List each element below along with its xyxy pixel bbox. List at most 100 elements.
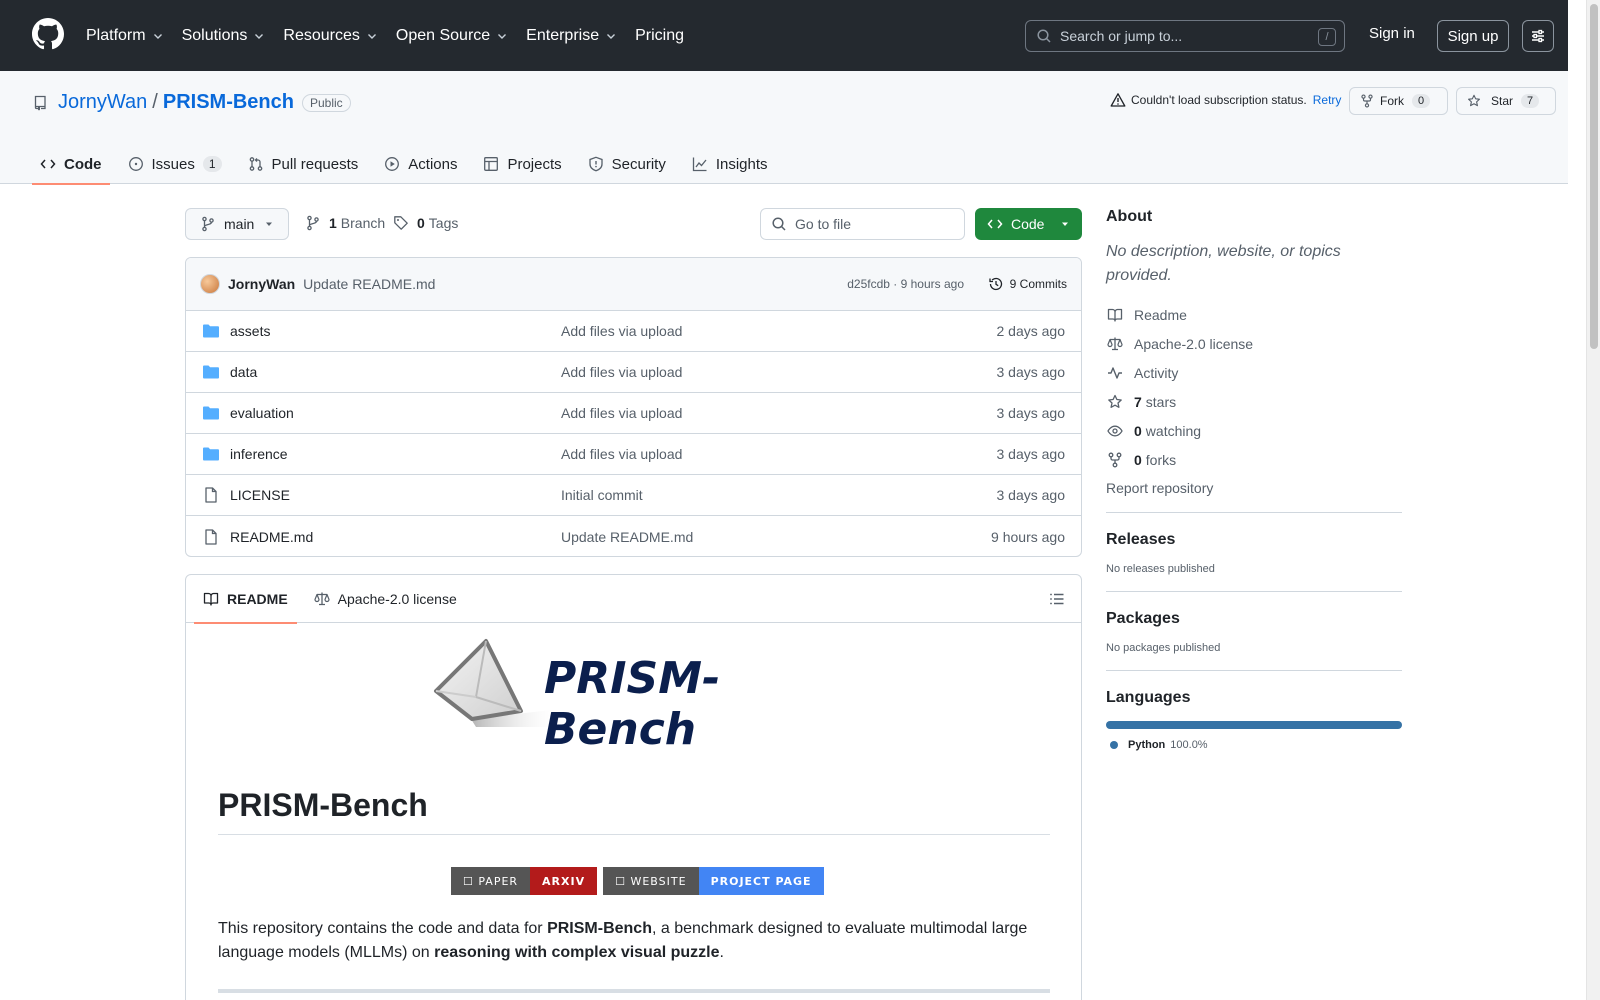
file-name-link[interactable]: README.md [230, 529, 313, 545]
file-name-link[interactable]: inference [230, 446, 288, 462]
table-row[interactable]: README.md Update README.md 9 hours ago [186, 516, 1081, 556]
table-row[interactable]: LICENSE Initial commit 3 days ago [186, 475, 1081, 516]
star-label: Star [1491, 94, 1514, 108]
file-name-link[interactable]: evaluation [230, 405, 294, 421]
list-unordered-icon[interactable] [1049, 591, 1065, 607]
about-description: No description, website, or topics provi… [1106, 243, 1341, 284]
arxiv-badge-value[interactable]: ARXIV [530, 867, 598, 895]
tab-security[interactable]: Security [580, 144, 674, 184]
github-logo-icon[interactable] [32, 18, 64, 50]
fork-count: 0 [1412, 94, 1431, 108]
sign-in-link[interactable]: Sign in [1369, 25, 1415, 42]
global-search-input[interactable]: Search or jump to... / [1025, 20, 1345, 52]
settings-menu-button[interactable] [1522, 20, 1554, 52]
file-commit-message[interactable]: Add files via upload [561, 405, 682, 421]
tab-readme[interactable]: README [194, 575, 297, 624]
file-commit-date: 2 days ago [996, 323, 1066, 339]
nav-resources[interactable]: Resources [283, 27, 377, 45]
tab-license[interactable]: Apache-2.0 license [305, 575, 466, 623]
global-nav: Platform Solutions Resources Open Source… [86, 0, 702, 71]
file-commit-message[interactable]: Add files via upload [561, 364, 682, 380]
repo-name-link[interactable]: PRISM-Bench [163, 91, 294, 114]
graph-icon [692, 157, 707, 172]
scrollbar-thumb[interactable] [1590, 4, 1598, 349]
nav-pricing[interactable]: Pricing [635, 27, 684, 45]
folder-icon [203, 447, 219, 461]
repo-owner-link[interactable]: JornyWan [58, 91, 147, 114]
go-to-file-input[interactable]: Go to file [760, 208, 965, 240]
file-commit-message[interactable]: Update README.md [561, 529, 693, 545]
file-name-link[interactable]: assets [230, 323, 270, 339]
nav-enterprise[interactable]: Enterprise [526, 27, 617, 45]
tab-label: Apache-2.0 license [337, 590, 457, 607]
readme-panel: README Apache-2.0 license PRISM-Bench PR… [185, 574, 1082, 1000]
nav-platform[interactable]: Platform [86, 27, 164, 45]
repo-sidebar: About No description, website, or topics… [1106, 208, 1402, 751]
table-row[interactable]: evaluation Add files via upload 3 days a… [186, 393, 1081, 434]
tags-link[interactable]: 0 Tags [393, 215, 458, 231]
star-button[interactable]: Star 7 [1456, 87, 1556, 115]
sidebar-readme-link[interactable]: Readme [1106, 300, 1402, 329]
file-name-link[interactable]: data [230, 364, 257, 380]
page-scrollbar[interactable] [1586, 0, 1600, 1000]
chevron-down-icon [255, 33, 264, 39]
tab-insights[interactable]: Insights [684, 144, 776, 184]
commit-author-link[interactable]: JornyWan [228, 276, 295, 292]
table-row[interactable]: data Add files via upload 3 days ago [186, 352, 1081, 393]
sidebar-activity-link[interactable]: Activity [1106, 358, 1402, 387]
branches-link[interactable]: 1 Branch [305, 215, 385, 231]
intro-bold-name: PRISM-Bench [547, 920, 652, 937]
commit-hash-time[interactable]: d25fcdb · 9 hours ago [847, 277, 964, 291]
commit-count: 9 Commits [1009, 277, 1067, 291]
language-percent: 100.0% [1170, 739, 1208, 751]
releases-title[interactable]: Releases [1106, 531, 1402, 549]
tag-icon [394, 216, 408, 230]
readme-intro-paragraph: This repository contains the code and da… [218, 917, 1050, 965]
commits-history-link[interactable]: 9 Commits [988, 276, 1067, 292]
triangle-down-icon [266, 222, 272, 226]
website-badge-label[interactable]: ☐ WEBSITE [603, 867, 699, 895]
forks-label: forks [1145, 451, 1177, 468]
sidebar-license-link[interactable]: Apache-2.0 license [1106, 329, 1402, 358]
language-color-dot [1110, 741, 1118, 749]
sign-up-button[interactable]: Sign up [1437, 20, 1509, 52]
branch-selector[interactable]: main [185, 208, 289, 240]
folder-icon [203, 324, 219, 338]
tab-actions[interactable]: Actions [376, 144, 465, 184]
commit-message-link[interactable]: Update README.md [303, 276, 435, 292]
tab-projects[interactable]: Projects [475, 144, 569, 184]
file-browser: JornyWan Update README.md d25fcdb · 9 ho… [185, 257, 1082, 557]
sidebar-watching-link[interactable]: 0 watching [1106, 416, 1402, 445]
sidebar-forks-link[interactable]: 0 forks [1106, 445, 1402, 474]
nav-open-source[interactable]: Open Source [396, 27, 508, 45]
table-row[interactable]: inference Add files via upload 3 days ag… [186, 434, 1081, 475]
file-commit-message[interactable]: Add files via upload [561, 446, 682, 462]
sidebar-stars-link[interactable]: 7 stars [1106, 387, 1402, 416]
nav-label: Pricing [635, 26, 684, 44]
project-page-badge-value[interactable]: PROJECT PAGE [698, 867, 824, 895]
tab-label: Actions [408, 155, 458, 173]
retry-link[interactable]: Retry [1313, 93, 1342, 107]
search-placeholder: Search or jump to... [1060, 28, 1183, 44]
nav-solutions[interactable]: Solutions [182, 27, 266, 45]
file-commit-message[interactable]: Add files via upload [561, 323, 682, 339]
git-branch-icon [307, 215, 319, 231]
code-icon [40, 159, 56, 169]
watching-count: 0 [1134, 422, 1142, 439]
avatar[interactable] [200, 274, 220, 294]
paper-badge-label[interactable]: ☐ PAPER [451, 867, 531, 895]
tab-code[interactable]: Code [32, 144, 110, 185]
fork-button[interactable]: Fork 0 [1349, 87, 1448, 115]
languages-title: Languages [1106, 689, 1191, 706]
language-bar [1106, 721, 1402, 729]
report-repository-link[interactable]: Report repository [1106, 480, 1402, 496]
file-name-link[interactable]: LICENSE [230, 487, 290, 503]
code-dropdown-button[interactable]: Code [975, 208, 1082, 240]
tab-issues[interactable]: Issues 1 [120, 144, 230, 184]
table-row[interactable]: assets Add files via upload 2 days ago [186, 311, 1081, 352]
file-commit-message[interactable]: Initial commit [561, 487, 643, 503]
language-item[interactable]: Python 100.0% [1106, 739, 1402, 751]
tab-pull-requests[interactable]: Pull requests [240, 144, 367, 184]
fork-label: Fork [1380, 94, 1404, 108]
packages-title[interactable]: Packages [1106, 610, 1402, 628]
